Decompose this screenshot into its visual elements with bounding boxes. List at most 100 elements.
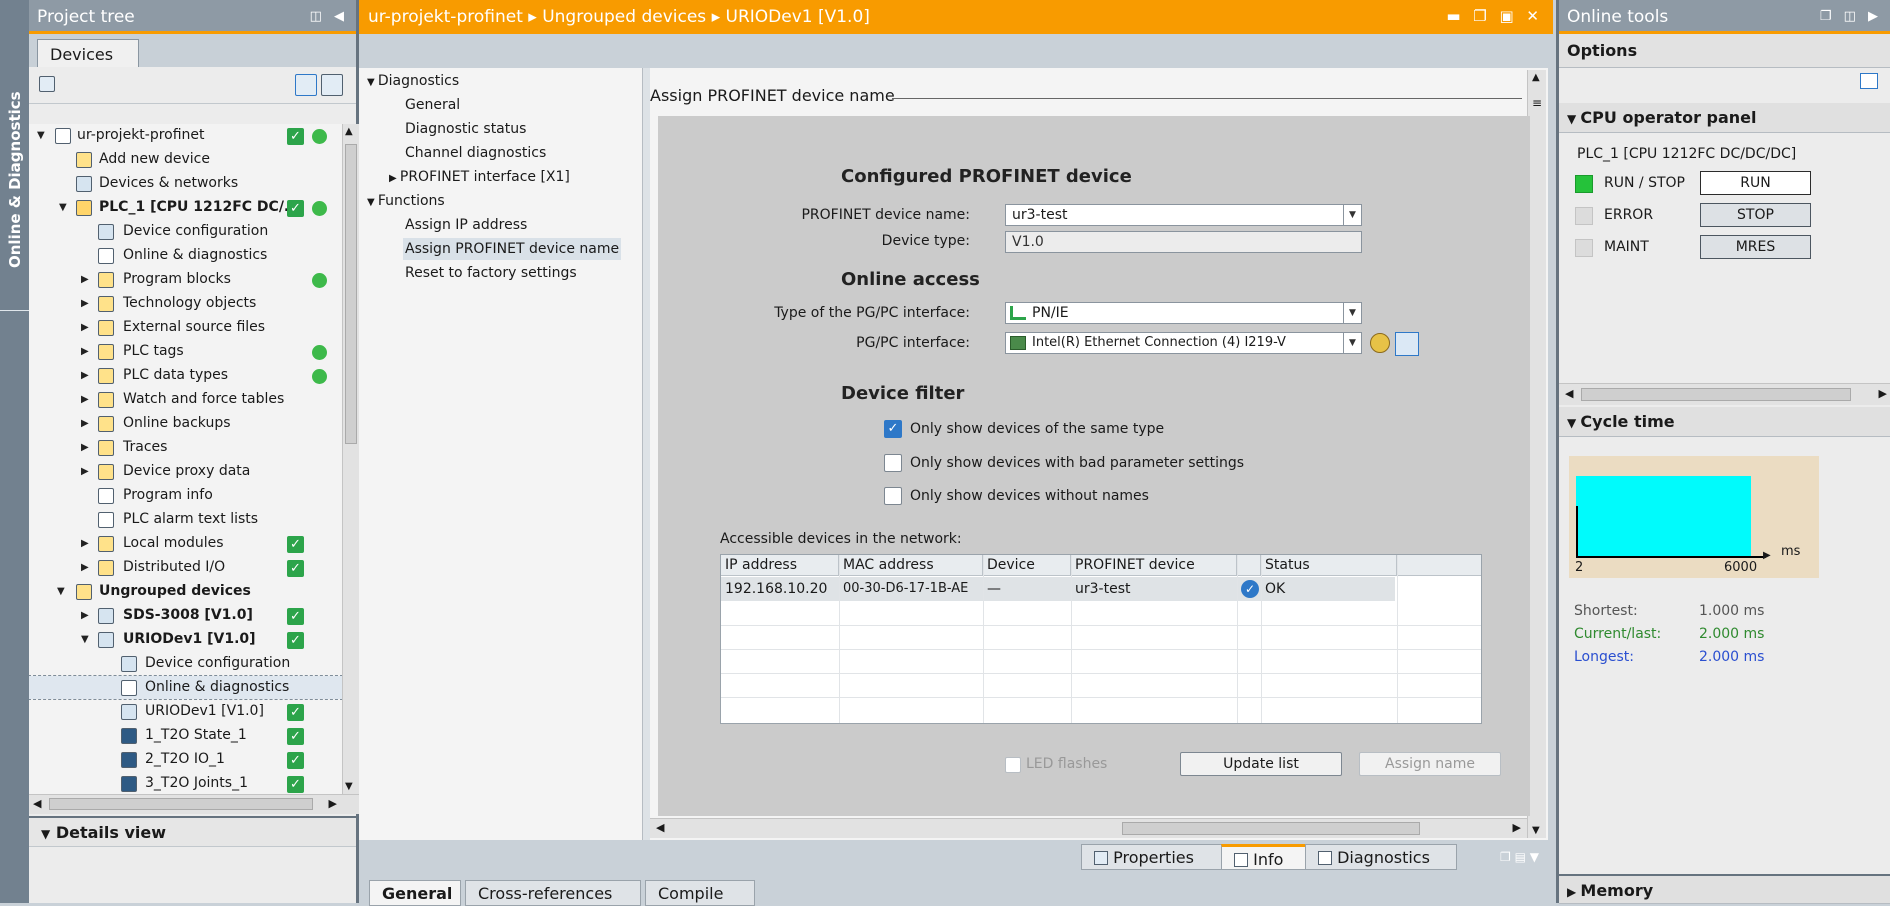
- chevron-down-icon[interactable]: ▼: [1343, 205, 1361, 225]
- scroll-down-icon[interactable]: ▼: [1532, 825, 1540, 836]
- window-controls[interactable]: ▬ ❐ ▣ ✕: [1446, 7, 1543, 25]
- scroll-right-icon[interactable]: ▶: [1513, 821, 1521, 834]
- scroll-up-icon[interactable]: ▲: [345, 126, 353, 137]
- pgpc-interface-combobox[interactable]: Intel(R) Ethernet Connection (4) I219-V ▼: [1005, 332, 1362, 354]
- tree-item-uriodev1-online-diag[interactable]: Online & diagnostics: [29, 675, 342, 700]
- filter-no-names-checkbox[interactable]: [884, 487, 902, 505]
- tree-item-sds3008[interactable]: ▶ SDS-3008 [V1.0] ✓: [29, 604, 342, 627]
- tree-item-device-proxy[interactable]: ▶ Device proxy data: [29, 460, 342, 483]
- inspector-window-controls[interactable]: ❐ ▤ ▼: [1500, 850, 1539, 864]
- device-name-combobox[interactable]: ur3-test ▼: [1005, 204, 1362, 226]
- tree-item-traces[interactable]: ▶ Traces: [29, 436, 342, 459]
- tree-item-watch-tables[interactable]: ▶ Watch and force tables: [29, 388, 342, 411]
- nav-assign-ip[interactable]: Assign IP address: [405, 214, 527, 236]
- tree-item-external-sources[interactable]: ▶ External source files: [29, 316, 342, 339]
- online-diagnostics-tab[interactable]: Online & Diagnostics: [4, 90, 26, 270]
- cell-mac[interactable]: 00-30-D6-17-1B-AE: [839, 577, 968, 601]
- tree-item-project[interactable]: ▼ ur-projekt-profinet ✓: [29, 124, 342, 147]
- view-toggle-icon[interactable]: [321, 74, 343, 96]
- cell-ip[interactable]: 192.168.10.20: [721, 577, 827, 601]
- breadcrumb-item[interactable]: URIODev1 [V1.0]: [726, 7, 870, 27]
- tree-item-plc-tags[interactable]: ▶ PLC tags: [29, 340, 342, 363]
- scroll-left-icon[interactable]: ◀: [1565, 387, 1573, 400]
- tab-diagnostics[interactable]: Diagnostics: [1305, 844, 1457, 870]
- memory-header[interactable]: ▶ Memory: [1559, 874, 1890, 904]
- filter-same-type-checkbox[interactable]: ✓: [884, 420, 902, 438]
- scroll-right-icon[interactable]: ▶: [329, 797, 337, 810]
- tab-properties[interactable]: Properties: [1081, 844, 1223, 870]
- scroll-thumb[interactable]: ≡: [1532, 96, 1542, 110]
- nav-channel-diagnostics[interactable]: Channel diagnostics: [405, 142, 546, 164]
- nav-general[interactable]: General: [405, 94, 460, 116]
- tree-item-plc-data-types[interactable]: ▶ PLC data types: [29, 364, 342, 387]
- cycle-time-header[interactable]: ▼ Cycle time: [1559, 407, 1890, 437]
- nav-splitter[interactable]: [643, 68, 650, 840]
- assign-name-button[interactable]: Assign name: [1359, 752, 1501, 776]
- nav-profinet-interface[interactable]: ▶ PROFINET interface [X1]: [389, 166, 570, 188]
- filter-bad-params-checkbox[interactable]: [884, 454, 902, 472]
- stop-button[interactable]: STOP: [1700, 203, 1811, 227]
- details-view-header[interactable]: ▼ Details view: [29, 816, 356, 846]
- cpu-panel-hscrollbar[interactable]: ◀ ▶: [1559, 383, 1890, 405]
- scroll-thumb[interactable]: [1122, 822, 1420, 835]
- new-group-icon[interactable]: [39, 76, 55, 92]
- chevron-down-icon[interactable]: ▼: [1343, 333, 1361, 353]
- panel-controls-icon[interactable]: ❐ ◫ ▶: [1820, 9, 1882, 24]
- update-list-button[interactable]: Update list: [1180, 752, 1342, 776]
- nav-functions[interactable]: ▼ Functions: [367, 190, 445, 212]
- tree-item-devices-networks[interactable]: Devices & networks: [29, 172, 342, 195]
- chevron-down-icon[interactable]: ▼: [1343, 303, 1361, 323]
- shield-settings-icon[interactable]: [1370, 333, 1390, 353]
- cell-status[interactable]: OK: [1261, 577, 1285, 601]
- cell-device[interactable]: —: [983, 577, 1001, 601]
- tree-item-program-blocks[interactable]: ▶ Program blocks: [29, 268, 342, 291]
- col-ip-address[interactable]: IP address: [721, 555, 839, 576]
- collapse-panel-icon[interactable]: ◫ ◀: [310, 9, 348, 24]
- breadcrumb-item[interactable]: Ungrouped devices: [542, 7, 706, 27]
- nav-reset-factory[interactable]: Reset to factory settings: [405, 262, 577, 284]
- mres-button[interactable]: MRES: [1700, 235, 1811, 259]
- tree-item-alarm-texts[interactable]: PLC alarm text lists: [29, 508, 342, 531]
- run-button[interactable]: RUN: [1700, 171, 1811, 195]
- scroll-thumb[interactable]: [49, 798, 313, 810]
- breadcrumb-item[interactable]: ur-projekt-profinet: [368, 7, 523, 27]
- cpu-operator-panel-header[interactable]: ▼ CPU operator panel: [1559, 103, 1890, 133]
- tree-item-ungrouped[interactable]: ▼ Ungrouped devices: [29, 580, 342, 603]
- tree-item-technology-objects[interactable]: ▶ Technology objects: [29, 292, 342, 315]
- content-hscrollbar[interactable]: ◀ ▶: [650, 818, 1527, 838]
- scroll-up-icon[interactable]: ▲: [1532, 72, 1540, 83]
- tree-item-plc1[interactable]: ▼ PLC_1 [CPU 1212FC DC/... ✓: [29, 196, 342, 219]
- scroll-left-icon[interactable]: ◀: [656, 821, 664, 834]
- nav-diagnostic-status[interactable]: Diagnostic status: [405, 118, 526, 140]
- col-mac-address[interactable]: MAC address: [839, 555, 983, 576]
- cell-profinet-name[interactable]: ur3-test: [1071, 577, 1130, 601]
- tree-item-uriodev1-module[interactable]: URIODev1 [V1.0] ✓: [29, 700, 342, 723]
- tree-item-program-info[interactable]: Program info: [29, 484, 342, 507]
- tab-general[interactable]: General: [369, 880, 461, 906]
- scroll-left-icon[interactable]: ◀: [33, 797, 41, 810]
- scroll-right-icon[interactable]: ▶: [1879, 387, 1887, 400]
- col-status[interactable]: Status: [1261, 555, 1397, 576]
- tree-item-online-backups[interactable]: ▶ Online backups: [29, 412, 342, 435]
- search-device-icon[interactable]: [1395, 332, 1419, 356]
- project-tree-vscrollbar[interactable]: ▲ ▼: [342, 124, 359, 794]
- tree-item-distributed-io[interactable]: ▶ Distributed I/O ✓: [29, 556, 342, 579]
- scroll-down-icon[interactable]: ▼: [345, 781, 353, 792]
- scroll-thumb[interactable]: [345, 144, 357, 444]
- view-overview-icon[interactable]: [295, 74, 317, 96]
- tab-compile[interactable]: Compile: [645, 880, 755, 906]
- options-toggle-icon[interactable]: [1860, 73, 1878, 89]
- tree-item-t2o-joints[interactable]: 3_T2O Joints_1 ✓: [29, 772, 342, 794]
- tree-item-online-diag[interactable]: Online & diagnostics: [29, 244, 342, 267]
- project-tree-hscrollbar[interactable]: ◀ ▶: [29, 794, 359, 814]
- iftype-combobox[interactable]: PN/IE ▼: [1005, 302, 1362, 324]
- col-device[interactable]: Device: [983, 555, 1071, 576]
- nav-assign-name[interactable]: Assign PROFINET device name: [403, 238, 622, 260]
- nav-diagnostics[interactable]: ▼ Diagnostics: [367, 70, 459, 92]
- tree-item-local-modules[interactable]: ▶ Local modules ✓: [29, 532, 342, 555]
- tree-item-uriodev1-device-config[interactable]: Device configuration: [29, 652, 342, 675]
- tab-cross-references[interactable]: Cross-references: [465, 880, 641, 906]
- tree-item-uriodev1[interactable]: ▼ URIODev1 [V1.0] ✓: [29, 628, 342, 651]
- tab-info[interactable]: Info: [1221, 844, 1307, 870]
- online-diagnostics-strip[interactable]: Online & Diagnostics: [0, 0, 29, 903]
